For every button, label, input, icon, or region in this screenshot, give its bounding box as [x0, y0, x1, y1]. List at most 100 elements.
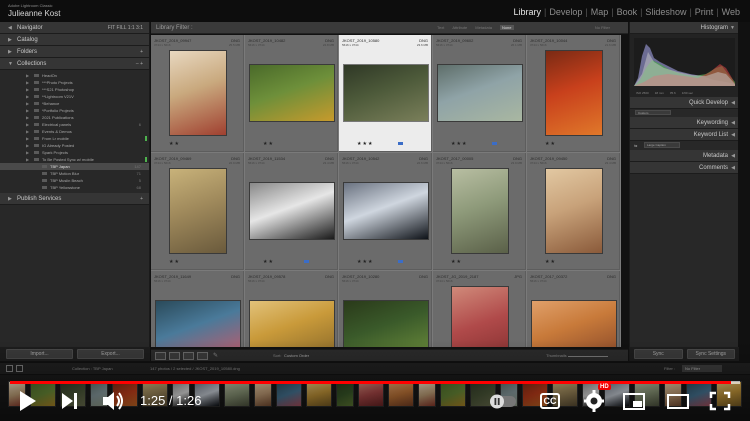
keywording-panel-header[interactable]: Keywording ◀	[630, 117, 738, 129]
folders-panel-header[interactable]: ▶ Folders +	[0, 46, 149, 58]
publish-services-panel-header[interactable]: ▶ Publish Services +	[0, 193, 149, 205]
filter-option-attribute[interactable]: Attribute	[452, 25, 467, 30]
photo-grid-cell[interactable]: JKOST_2019_09947 3744 x 5616 DNG 25.5 MB ★★	[151, 35, 244, 152]
photo-grid-cell[interactable]: JKOST_2019_10580 5616 x 3744 DNG 23.6 MB ★★★	[339, 35, 432, 152]
photo-thumbnail[interactable]	[248, 182, 335, 240]
collection-item[interactable]: ▶ *Portfolio Projects	[0, 107, 149, 114]
photo-grid-cell[interactable]: JKOST_2019_11649 5616 x 3744 DNG	[151, 271, 244, 347]
star-rating[interactable]: ★★	[263, 141, 274, 147]
add-publish-service-icon[interactable]: +	[140, 196, 143, 202]
compare-view-icon[interactable]	[183, 352, 194, 360]
module-print[interactable]: Print	[693, 7, 716, 17]
closed-captions-icon[interactable]: CC	[540, 386, 560, 416]
painter-icon[interactable]: ✎	[213, 352, 224, 360]
photo-thumbnail[interactable]	[544, 50, 603, 136]
collection-item[interactable]: ▶ From Lr mobile	[0, 135, 149, 142]
loupe-view-icon[interactable]	[169, 352, 180, 360]
module-map[interactable]: Map	[589, 7, 611, 17]
collection-item[interactable]: ▶ 2021 Publications	[0, 114, 149, 121]
star-rating[interactable]: ★★	[545, 141, 556, 147]
sync-button[interactable]: Sync	[634, 349, 683, 359]
photo-grid-cell[interactable]: JKOST_2019_09450 3744 x 5616 DNG 23.4 MB ★★	[527, 153, 620, 270]
miniplayer-icon[interactable]	[622, 386, 646, 416]
module-library[interactable]: Library	[511, 7, 543, 17]
import-button[interactable]: Import...	[6, 349, 73, 359]
expand-triangle-icon[interactable]: ▶	[26, 128, 29, 135]
photo-grid-cell[interactable]: JKOST_2019_09578 5616 x 3744 DNG	[245, 271, 338, 347]
filter-preset[interactable]: No Filter	[595, 25, 610, 30]
photo-thumbnail[interactable]	[248, 64, 335, 122]
star-rating[interactable]: ★★	[263, 259, 274, 265]
sort-order-select[interactable]: Custom Order	[284, 353, 309, 358]
expand-triangle-icon[interactable]: ▶	[26, 156, 29, 163]
collection-item[interactable]: ▶ IG Already Posted	[0, 142, 149, 149]
module-develop[interactable]: Develop	[547, 7, 584, 17]
star-rating[interactable]: ★★★	[357, 259, 373, 265]
photo-grid-cell[interactable]: JKOST_2017_00005 3744 x 5616 DNG 23.9 MB ★★	[433, 153, 526, 270]
sync-settings-button[interactable]: Sync Settings	[686, 349, 735, 359]
photo-grid-cell[interactable]: JKOST_2019_10542 5616 x 3744 DNG 22.6 MB ★★★	[339, 153, 432, 270]
metadata-preset-select[interactable]: Large Caption	[644, 142, 680, 148]
star-rating[interactable]: ★★★	[357, 141, 373, 147]
photo-thumbnail[interactable]	[248, 300, 335, 347]
collection-item[interactable]: TBP Muslin Beach 5	[0, 177, 149, 184]
expand-triangle-icon[interactable]: ▶	[26, 79, 29, 86]
expand-triangle-icon[interactable]: ▶	[26, 72, 29, 79]
export-button[interactable]: Export...	[77, 349, 144, 359]
saved-preset-select[interactable]: Custom	[635, 110, 671, 115]
collection-item[interactable]: TBP Motion Blur 71	[0, 170, 149, 177]
source-label[interactable]: Collection : TBP Japan	[72, 366, 113, 371]
theater-mode-icon[interactable]	[666, 386, 690, 416]
video-progress-bar[interactable]	[10, 381, 740, 384]
expand-triangle-icon[interactable]: ▶	[26, 135, 29, 142]
keyword-list-panel-header[interactable]: Keyword List ◀	[630, 129, 738, 141]
expand-triangle-icon[interactable]: ▶	[26, 86, 29, 93]
quick-develop-panel-header[interactable]: Quick Develop ◀	[630, 97, 738, 109]
photo-grid-cell[interactable]: JKOST_2019_09469 3744 x 5616 DNG 22.9 MB ★★	[151, 153, 244, 270]
metadata-panel-header[interactable]: Metadata ◀	[630, 150, 738, 162]
collections-panel-header[interactable]: ▼ Collections – +	[0, 58, 149, 70]
filter-option-metadata[interactable]: Metadata	[475, 25, 492, 30]
star-rating[interactable]: ★★	[451, 259, 462, 265]
fullscreen-icon[interactable]	[708, 386, 732, 416]
photo-thumbnail[interactable]	[154, 300, 241, 347]
photo-grid-cell[interactable]: JKOST_2019_10280 5616 x 3744 DNG	[339, 271, 432, 347]
photo-thumbnail[interactable]	[168, 168, 227, 254]
photo-grid-cell[interactable]: JKOST_2019_09602 5616 x 3744 DNG 26.1 MB ★★★	[433, 35, 526, 152]
collection-item[interactable]: ▶ HeadOn	[0, 72, 149, 79]
autoplay-toggle-icon[interactable]	[488, 386, 518, 416]
play-icon[interactable]	[16, 386, 38, 416]
grid-view-icon[interactable]	[155, 352, 166, 360]
photo-thumbnail[interactable]	[342, 64, 429, 122]
collection-item[interactable]: ▶ Events & Demos	[0, 128, 149, 135]
next-video-icon[interactable]	[58, 386, 80, 416]
filter-option-none[interactable]: None	[499, 25, 514, 30]
sync-metadata-icon[interactable]: ⇆	[634, 143, 637, 148]
collection-item[interactable]: TBP Japan 147	[0, 163, 149, 170]
filter-select[interactable]: No Filter	[682, 365, 722, 372]
secondary-window-icon[interactable]	[16, 365, 23, 372]
expand-triangle-icon[interactable]: ▶	[26, 100, 29, 107]
photo-thumbnail[interactable]	[450, 286, 509, 347]
expand-triangle-icon[interactable]: ▶	[26, 149, 29, 156]
collection-item[interactable]: ▶ ***S21 Photoshop	[0, 86, 149, 93]
collection-item[interactable]: ▶ Spark Projects	[0, 149, 149, 156]
volume-icon[interactable]	[100, 386, 126, 416]
photo-thumbnail[interactable]	[450, 168, 509, 254]
expand-triangle-icon[interactable]: ▶	[26, 93, 29, 100]
collection-item[interactable]: ▶ ***Photo Projects	[0, 79, 149, 86]
collection-item[interactable]: TBP Yellowstone 68	[0, 184, 149, 191]
module-slideshow[interactable]: Slideshow	[643, 7, 688, 17]
filter-option-text[interactable]: Text	[437, 25, 444, 30]
primary-window-icon[interactable]	[6, 365, 13, 372]
star-rating[interactable]: ★★	[169, 141, 180, 147]
photo-grid-cell[interactable]: JKOST_JG_2019_2187 3744 x 5616 JPG	[433, 271, 526, 347]
collection-item[interactable]: ▶ Electrical panels 6	[0, 121, 149, 128]
add-folder-icon[interactable]: +	[140, 49, 143, 55]
star-rating[interactable]: ★★	[545, 259, 556, 265]
photo-thumbnail[interactable]	[530, 300, 617, 347]
photo-thumbnail[interactable]	[168, 50, 227, 136]
add-collection-icon[interactable]: – +	[136, 61, 143, 67]
collection-item[interactable]: ▶ *Behance	[0, 100, 149, 107]
photo-thumbnail[interactable]	[436, 64, 523, 122]
